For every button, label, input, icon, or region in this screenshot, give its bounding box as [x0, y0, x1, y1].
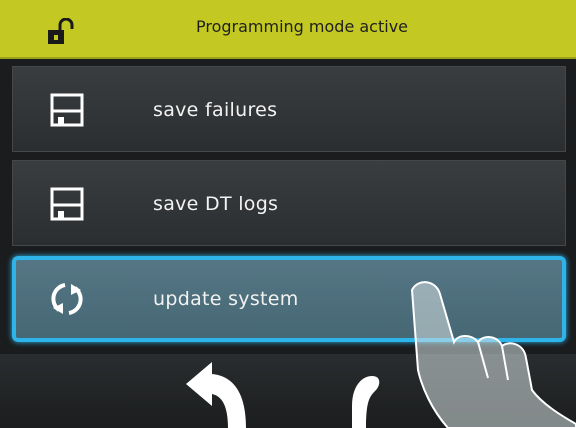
back-arrow-icon[interactable]	[180, 354, 250, 428]
pointing-hand-icon	[410, 281, 576, 428]
menu-item-label: save failures	[153, 99, 278, 121]
menu-item-save-dt-logs[interactable]: save DT logs	[12, 160, 566, 246]
menu-item-label: update system	[153, 288, 299, 310]
menu-item-label: save DT logs	[153, 193, 279, 215]
header-title: Programming mode active	[195, 17, 408, 36]
refresh-icon	[51, 283, 83, 315]
menu-item-save-failures[interactable]: save failures	[12, 66, 566, 152]
floppy-disk-icon	[50, 93, 84, 127]
floppy-disk-icon	[50, 187, 84, 221]
status-header: Programming mode active	[0, 0, 576, 59]
